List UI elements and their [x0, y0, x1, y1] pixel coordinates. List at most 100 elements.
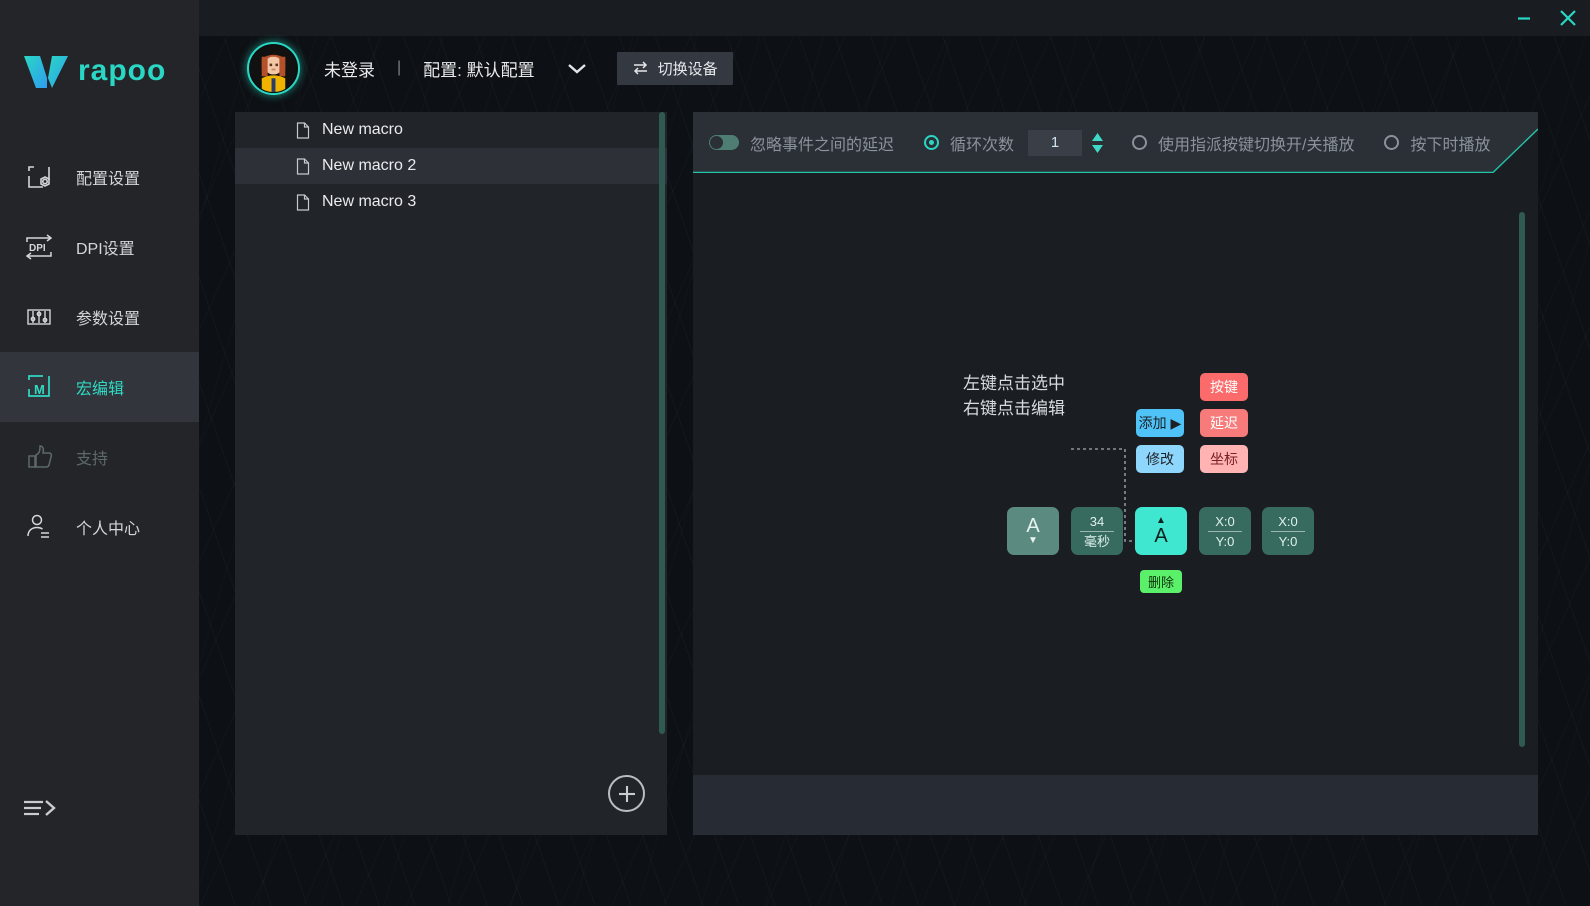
- context-menu-connector: [1071, 448, 1146, 553]
- switch-device-button[interactable]: 切换设备: [616, 51, 733, 85]
- context-key-button[interactable]: 按键: [1200, 373, 1248, 401]
- canvas-hint: 左键点击选中 右键点击编辑: [963, 371, 1065, 421]
- config-icon: [22, 160, 56, 194]
- stepper-down-icon: [1092, 144, 1104, 153]
- app-window: rapoo 配置设置 DPI DPI设置 参数设置 M 宏编辑 支持 个人中心 …: [0, 0, 1590, 906]
- menu-expand-icon: [24, 800, 56, 816]
- macro-name: New macro 3: [322, 193, 417, 210]
- sidebar-item-support[interactable]: 支持: [0, 422, 199, 492]
- file-icon: [296, 121, 310, 139]
- svg-text:M: M: [34, 382, 45, 397]
- ignore-delay-label: 忽略事件之间的延迟: [750, 136, 895, 154]
- sidebar-item-label: 宏编辑: [76, 381, 125, 398]
- avatar[interactable]: [247, 41, 300, 95]
- key-down-arrow-icon: ▼: [1028, 535, 1038, 546]
- macro-icon: M: [22, 370, 56, 404]
- event-block-coordinate[interactable]: X:0 Y:0: [1199, 507, 1251, 555]
- macro-options-toolbar: 忽略事件之间的延迟 循环次数 1 使用指派按键切换开/关播放 按下时播放: [693, 112, 1538, 173]
- event-block-delay[interactable]: 34 毫秒: [1071, 507, 1123, 555]
- sidebar-item-label: 支持: [76, 451, 109, 468]
- context-delay-button[interactable]: 延迟: [1200, 409, 1248, 437]
- sidebar-item-label: 个人中心: [76, 521, 141, 538]
- sidebar-item-profile[interactable]: 个人中心: [0, 492, 199, 562]
- minimize-button[interactable]: [1502, 0, 1546, 36]
- macro-list-scrollbar-thumb[interactable]: [659, 112, 665, 734]
- user-icon: [22, 510, 56, 544]
- loop-count-stepper[interactable]: [1091, 132, 1104, 154]
- thumbs-up-icon: [22, 440, 56, 474]
- sidebar: rapoo 配置设置 DPI DPI设置 参数设置 M 宏编辑 支持 个人中心: [0, 0, 199, 906]
- dpi-icon: DPI: [22, 230, 56, 264]
- event-coord-y: Y:0: [1215, 533, 1235, 549]
- list-item[interactable]: New macro 3: [235, 184, 667, 220]
- event-coord-x: X:0: [1215, 513, 1235, 529]
- editor-footer: [693, 775, 1538, 835]
- canvas-hint-line2: 右键点击编辑: [963, 399, 1065, 418]
- macro-canvas[interactable]: 左键点击选中 右键点击编辑 添加 ▶ 修改 按键 延迟 坐标 A ▼ 34 毫秒…: [693, 173, 1538, 775]
- context-key-label: 按键: [1210, 379, 1238, 395]
- title-bar: [199, 0, 1590, 36]
- context-coordinate-label: 坐标: [1210, 451, 1238, 467]
- close-button[interactable]: [1546, 0, 1590, 36]
- event-block-key-down[interactable]: A ▼: [1007, 507, 1059, 555]
- loop-count-radio[interactable]: [924, 135, 940, 150]
- context-delay-label: 延迟: [1210, 415, 1238, 431]
- collapse-sidebar-button[interactable]: [22, 792, 62, 826]
- context-modify-button[interactable]: 修改: [1136, 445, 1184, 473]
- event-block-key-up[interactable]: ▲ A: [1135, 507, 1187, 555]
- brand-name: rapoo: [78, 54, 167, 87]
- stepper-up-icon: [1092, 132, 1104, 141]
- rapoo-v-logo-icon: [24, 56, 68, 88]
- loop-count-input[interactable]: 1: [1028, 129, 1083, 156]
- switch-device-label: 切换设备: [657, 60, 718, 78]
- macro-name: New macro: [322, 121, 403, 138]
- sidebar-item-macro[interactable]: M 宏编辑: [0, 352, 199, 422]
- canvas-hint-line1: 左键点击选中: [963, 374, 1065, 393]
- file-icon: [296, 157, 310, 175]
- event-delay-value: 34: [1089, 513, 1105, 529]
- context-modify-label: 修改: [1146, 451, 1174, 467]
- toggle-play-radio[interactable]: [1132, 135, 1148, 150]
- event-key-label: A: [1026, 515, 1040, 537]
- profile-selector-label: 配置: 默认配置: [423, 60, 535, 80]
- event-separator: [1208, 530, 1242, 532]
- sidebar-item-config[interactable]: 配置设置: [0, 142, 199, 212]
- delete-event-label: 删除: [1147, 575, 1174, 590]
- delete-event-button[interactable]: 删除: [1140, 570, 1182, 593]
- ignore-delay-toggle[interactable]: [709, 135, 739, 150]
- header-divider: |: [397, 59, 402, 76]
- swap-icon: [632, 60, 649, 76]
- toggle-play-label: 使用指派按键切换开/关播放: [1158, 136, 1355, 154]
- press-play-radio[interactable]: [1384, 135, 1400, 150]
- macro-list-scrollbar[interactable]: [659, 112, 665, 734]
- list-item[interactable]: New macro 2: [235, 148, 667, 184]
- list-item[interactable]: New macro: [235, 112, 667, 148]
- event-key-label: A: [1154, 525, 1168, 547]
- sidebar-item-dpi[interactable]: DPI DPI设置: [0, 212, 199, 282]
- chevron-down-icon[interactable]: [565, 60, 589, 76]
- event-coord-x: X:0: [1278, 513, 1298, 529]
- add-macro-button[interactable]: [608, 775, 645, 812]
- event-coord-y: Y:0: [1278, 533, 1298, 549]
- sidebar-item-params[interactable]: 参数设置: [0, 282, 199, 352]
- event-separator: [1080, 530, 1114, 532]
- event-delay-unit: 毫秒: [1083, 533, 1110, 549]
- context-add-button[interactable]: 添加 ▶: [1136, 409, 1184, 437]
- plus-icon: [618, 785, 635, 802]
- avatar-image: [250, 44, 297, 92]
- sliders-icon: [22, 300, 56, 334]
- event-separator: [1271, 530, 1305, 532]
- context-add-label: 添加 ▶: [1138, 415, 1182, 431]
- sidebar-item-label: DPI设置: [76, 241, 135, 258]
- event-block-coordinate[interactable]: X:0 Y:0: [1262, 507, 1314, 555]
- loop-count-label: 循环次数: [950, 136, 1015, 154]
- macro-list-panel: New macro New macro 2 New macro 3: [235, 112, 667, 835]
- press-play-label: 按下时播放: [1410, 136, 1491, 154]
- sidebar-item-label: 配置设置: [76, 171, 141, 188]
- canvas-scrollbar-thumb[interactable]: [1519, 212, 1525, 747]
- login-status[interactable]: 未登录: [324, 56, 375, 81]
- brand-logo: rapoo: [0, 0, 199, 142]
- macro-name: New macro 2: [322, 157, 417, 174]
- file-icon: [296, 193, 310, 211]
- context-coordinate-button[interactable]: 坐标: [1200, 445, 1248, 473]
